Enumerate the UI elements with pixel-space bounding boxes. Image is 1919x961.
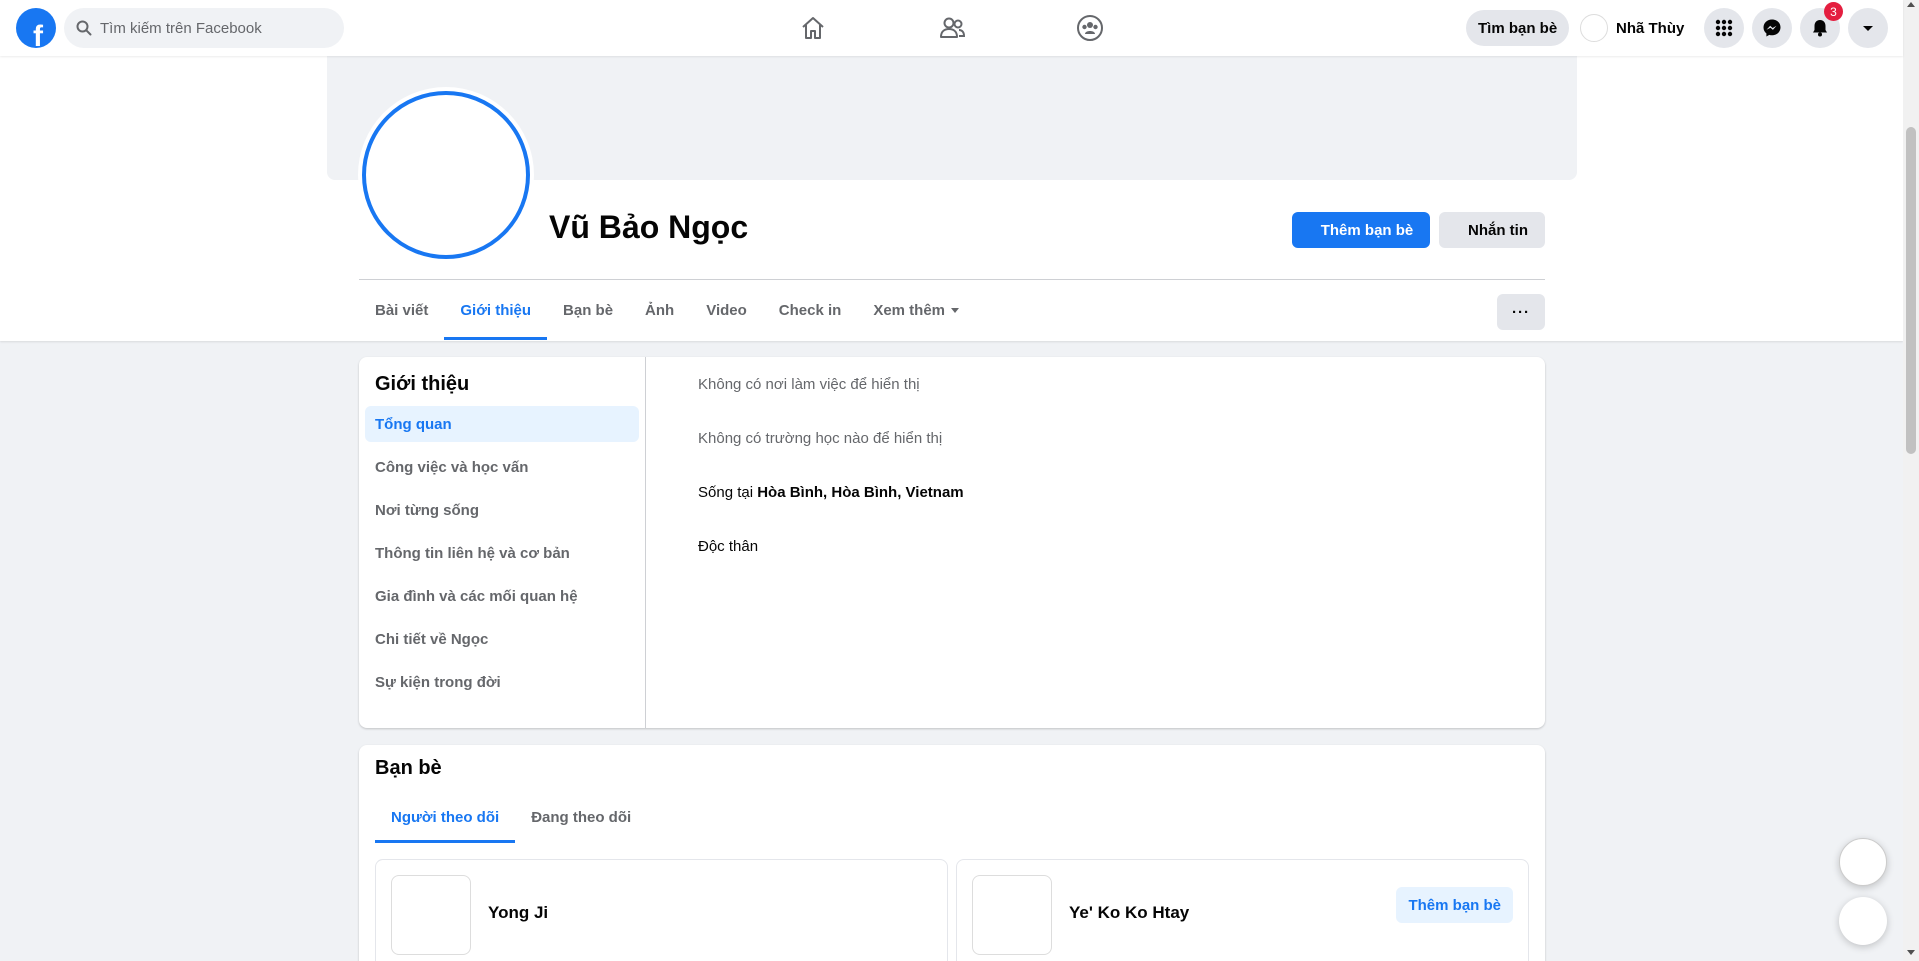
- menu-grid-icon: [1715, 19, 1733, 37]
- tab-about[interactable]: Giới thiệu: [444, 280, 547, 340]
- friend-name[interactable]: Yong Ji: [488, 903, 548, 923]
- caret-down-icon: [951, 307, 960, 313]
- profile-name: Vũ Bảo Ngọc: [549, 209, 749, 245]
- account-menu-button[interactable]: [1848, 8, 1888, 48]
- school-empty-text: Không có trường học nào để hiển thị: [698, 430, 943, 447]
- about-sidebar: Giới thiệu Tổng quan Công việc và học vấ…: [359, 357, 646, 728]
- more-options-button[interactable]: ···: [1497, 294, 1545, 330]
- nav-home[interactable]: [757, 0, 869, 56]
- add-friend-button[interactable]: Thêm bạn bè: [1292, 212, 1430, 248]
- top-navigation-bar: f Tìm bạn bè Nhã Thùy 3: [0, 0, 1903, 56]
- nav-friends[interactable]: [896, 0, 1008, 56]
- tab-photos[interactable]: Ảnh: [629, 280, 690, 340]
- about-menu-overview[interactable]: Tổng quan: [365, 406, 639, 442]
- menu-button[interactable]: [1704, 8, 1744, 48]
- lives-in-text: Sống tại Hòa Bình, Hòa Bình, Vietnam: [698, 484, 964, 501]
- friend-photo[interactable]: [972, 875, 1052, 955]
- profile-chip[interactable]: Nhã Thùy: [1580, 10, 1684, 46]
- tab-posts[interactable]: Bài viết: [359, 280, 444, 340]
- messenger-button[interactable]: [1752, 8, 1792, 48]
- caret-down-icon: [1863, 26, 1873, 31]
- tab-more[interactable]: Xem thêm: [857, 280, 975, 340]
- find-friends-button[interactable]: Tìm bạn bè: [1466, 10, 1570, 46]
- workplace-empty-text: Không có nơi làm việc để hiển thị: [698, 376, 920, 393]
- groups-icon: [1077, 15, 1103, 41]
- search-box[interactable]: [64, 8, 344, 48]
- tab-videos[interactable]: Video: [690, 280, 763, 340]
- profile-tabs: Bài viết Giới thiệu Bạn bè Ảnh Video Che…: [359, 280, 975, 340]
- friend-photo[interactable]: [391, 875, 471, 955]
- about-menu-places-lived[interactable]: Nơi từng sống: [365, 492, 639, 528]
- new-message-button[interactable]: [1839, 897, 1887, 945]
- messenger-icon: [1763, 19, 1781, 37]
- page-scrollbar[interactable]: [1903, 0, 1919, 961]
- avatar: [1580, 14, 1608, 42]
- profile-chip-name: Nhã Thùy: [1616, 19, 1685, 37]
- about-title: Giới thiệu: [375, 373, 470, 395]
- friends-icon: [940, 17, 966, 38]
- scroll-up-icon[interactable]: [1907, 2, 1915, 7]
- tab-friends[interactable]: Bạn bè: [547, 280, 629, 340]
- home-icon: [802, 17, 824, 39]
- about-menu-work-education[interactable]: Công việc và học vấn: [365, 449, 639, 485]
- relationship-text: Độc thân: [698, 538, 759, 555]
- tab-more-label: Xem thêm: [873, 301, 946, 319]
- about-menu-contact-basic[interactable]: Thông tin liên hệ và cơ bản: [365, 535, 639, 571]
- scroll-down-icon[interactable]: [1907, 950, 1915, 955]
- about-menu-details[interactable]: Chi tiết về Ngọc: [365, 621, 639, 657]
- lives-in-place[interactable]: Hòa Bình, Hòa Bình, Vietnam: [757, 484, 963, 501]
- bell-icon: [1813, 20, 1827, 37]
- nav-groups[interactable]: [1034, 0, 1146, 56]
- profile-header: Vũ Bảo Ngọc Thêm bạn bè Nhắn tin Bài viế…: [0, 56, 1903, 341]
- message-button[interactable]: Nhắn tin: [1439, 212, 1545, 248]
- friends-card: Bạn bè Người theo dõi Đang theo dõi Yong…: [359, 745, 1545, 961]
- about-card: Giới thiệu Tổng quan Công việc và học vấ…: [359, 357, 1545, 728]
- profile-avatar[interactable]: [362, 91, 530, 259]
- friend-add-button[interactable]: Thêm bạn bè: [1396, 887, 1513, 923]
- friends-tabs: Người theo dõi Đang theo dõi: [375, 791, 647, 843]
- about-menu-life-events[interactable]: Sự kiện trong đời: [365, 664, 639, 700]
- about-menu-family[interactable]: Gia đình và các mối quan hệ: [365, 578, 639, 614]
- friend-card: Yong Ji: [375, 859, 948, 961]
- notification-badge: 3: [1824, 2, 1843, 21]
- friends-title: Bạn bè: [375, 757, 442, 779]
- facebook-logo-icon[interactable]: f: [16, 8, 56, 48]
- search-input[interactable]: [100, 19, 320, 37]
- tab-followers[interactable]: Người theo dõi: [375, 791, 516, 843]
- tab-following[interactable]: Đang theo dõi: [515, 791, 647, 843]
- scrollbar-thumb[interactable]: [1906, 127, 1916, 454]
- contact-bubble[interactable]: [1839, 838, 1887, 886]
- friend-card: Ye' Ko Ko Htay Thêm bạn bè: [956, 859, 1529, 961]
- friend-name[interactable]: Ye' Ko Ko Htay: [1069, 903, 1189, 923]
- tab-checkins[interactable]: Check in: [763, 280, 858, 340]
- search-icon: [76, 20, 92, 36]
- lives-in-prefix: Sống tại: [698, 484, 758, 501]
